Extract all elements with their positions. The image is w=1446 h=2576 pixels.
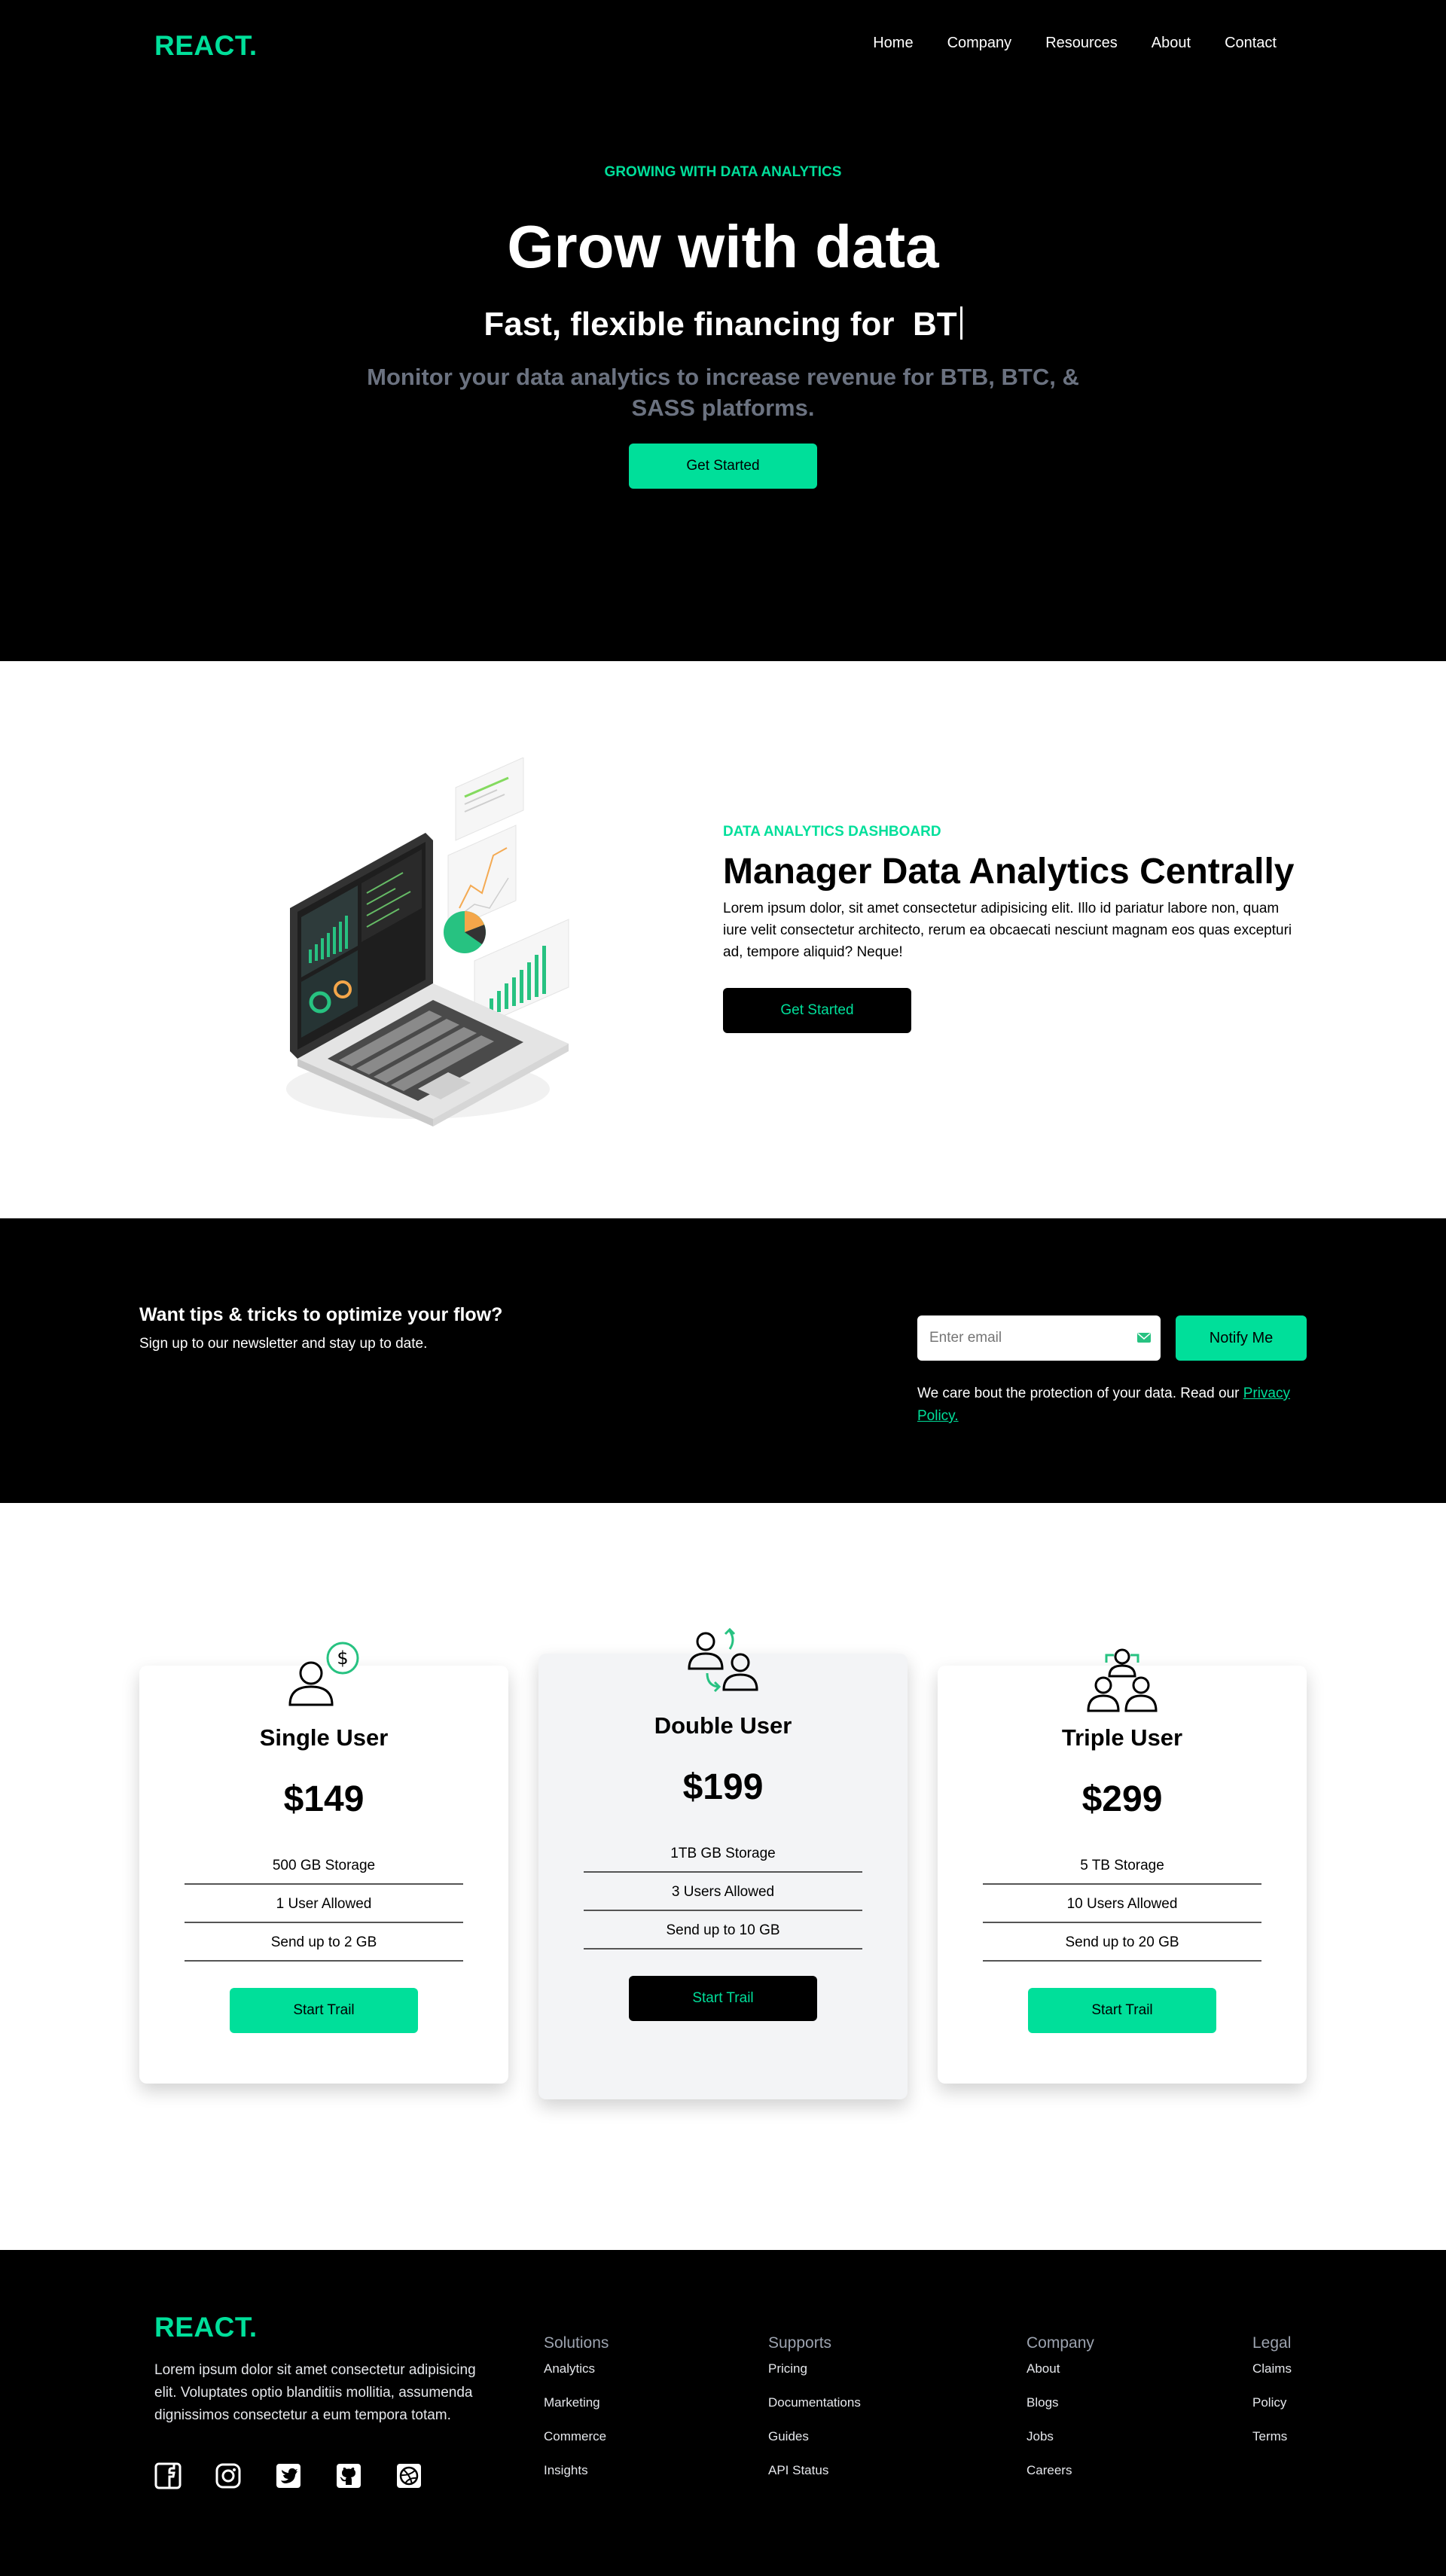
plan-feature: Send up to 10 GB bbox=[584, 1911, 862, 1950]
start-trial-button[interactable]: Start Trail bbox=[629, 1976, 817, 2021]
footer-link[interactable]: API Status bbox=[768, 2463, 861, 2497]
notify-me-button[interactable]: Notify Me bbox=[1176, 1315, 1307, 1361]
hero-typed-line: Fast, flexible financing for BT bbox=[0, 306, 1446, 343]
dribbble-icon[interactable] bbox=[395, 2462, 423, 2489]
footer-link[interactable]: Analytics bbox=[544, 2361, 609, 2395]
plan-name: Triple User bbox=[1061, 1724, 1183, 1751]
newsletter-subtitle: Sign up to our newsletter and stay up to… bbox=[139, 1336, 428, 1352]
privacy-note: We care bout the protection of your data… bbox=[917, 1383, 1309, 1428]
hero-eyebrow: GROWING WITH DATA ANALYTICS bbox=[604, 164, 842, 180]
footer-link[interactable]: Jobs bbox=[1027, 2429, 1094, 2463]
analytics-title: Manager Data Analytics Centrally bbox=[723, 852, 1295, 892]
nav-item-about[interactable]: About bbox=[1152, 35, 1191, 52]
footer-link[interactable]: Commerce bbox=[544, 2429, 609, 2463]
footer-link[interactable]: Pricing bbox=[768, 2361, 861, 2395]
pricing-card-triple-user: Triple User $299 5 TB Storage 10 Users A… bbox=[938, 1648, 1307, 2084]
hero-typed-prefix: Fast, flexible financing for bbox=[484, 306, 895, 343]
analytics-eyebrow: DATA ANALYTICS DASHBOARD bbox=[723, 824, 941, 840]
users-exchange-icon bbox=[688, 1627, 758, 1693]
logo[interactable]: REACT. bbox=[154, 30, 258, 62]
pricing-card-double-user: Double User $199 1TB GB Storage 3 Users … bbox=[538, 1627, 908, 2099]
footer-link[interactable]: Policy bbox=[1252, 2395, 1292, 2429]
analytics-section: DATA ANALYTICS DASHBOARD Manager Data An… bbox=[0, 661, 1446, 1218]
newsletter-section: Want tips & tricks to optimize your flow… bbox=[0, 1218, 1446, 1503]
footer-link[interactable]: Documentations bbox=[768, 2395, 861, 2429]
laptop-analytics-illustration bbox=[286, 758, 569, 1126]
footer: REACT. Lorem ipsum dolor sit amet consec… bbox=[0, 2250, 1446, 2576]
footer-link[interactable]: About bbox=[1027, 2361, 1094, 2395]
users-group-icon bbox=[1087, 1648, 1158, 1712]
plan-feature: 3 Users Allowed bbox=[584, 1873, 862, 1911]
nav-item-contact[interactable]: Contact bbox=[1225, 35, 1277, 52]
start-trial-button[interactable]: Start Trail bbox=[1028, 1988, 1216, 2033]
footer-column-title: Solutions bbox=[544, 2334, 609, 2352]
plan-name: Double User bbox=[654, 1712, 792, 1739]
footer-about-text: Lorem ipsum dolor sit amet consectetur a… bbox=[154, 2362, 476, 2423]
svg-text:$: $ bbox=[337, 1648, 348, 1669]
plan-price: $149 bbox=[283, 1779, 365, 1819]
footer-link[interactable]: Terms bbox=[1252, 2429, 1292, 2463]
footer-column-legal: Legal Claims Policy Terms bbox=[1252, 2334, 1292, 2463]
facebook-icon[interactable] bbox=[154, 2462, 182, 2489]
plan-feature: Send up to 2 GB bbox=[185, 1923, 463, 1962]
plan-name: Single User bbox=[259, 1724, 389, 1751]
hero-title: Grow with data bbox=[507, 213, 939, 280]
footer-column-title: Company bbox=[1027, 2334, 1094, 2352]
footer-column-supports: Supports Pricing Documentations Guides A… bbox=[768, 2334, 861, 2497]
hero-get-started-button[interactable]: Get Started bbox=[629, 444, 817, 489]
twitter-icon[interactable] bbox=[275, 2462, 302, 2489]
email-input[interactable] bbox=[917, 1315, 1121, 1361]
nav-item-resources[interactable]: Resources bbox=[1045, 35, 1118, 52]
instagram-icon[interactable] bbox=[215, 2462, 242, 2489]
email-field-wrapper bbox=[917, 1315, 1161, 1361]
plan-price: $199 bbox=[682, 1767, 764, 1807]
typing-cursor bbox=[959, 306, 962, 340]
footer-column-title: Supports bbox=[768, 2334, 832, 2352]
plan-feature: 10 Users Allowed bbox=[983, 1885, 1261, 1923]
analytics-get-started-button[interactable]: Get Started bbox=[723, 988, 911, 1033]
nav-item-home[interactable]: Home bbox=[873, 35, 913, 52]
start-trial-button[interactable]: Start Trail bbox=[230, 1988, 418, 2033]
footer-column-solutions: Solutions Analytics Marketing Commerce I… bbox=[544, 2334, 609, 2497]
pricing-card-single-user: $ Single User $149 500 GB Storage 1 User… bbox=[139, 1642, 508, 2084]
footer-link[interactable]: Blogs bbox=[1027, 2395, 1094, 2429]
hero-subtitle: Monitor your data analytics to increase … bbox=[367, 364, 1079, 421]
footer-link[interactable]: Insights bbox=[544, 2463, 609, 2497]
plan-feature: 1 User Allowed bbox=[185, 1885, 463, 1923]
footer-column-title: Legal bbox=[1252, 2334, 1292, 2352]
top-navbar: REACT. Home Company Resources About Cont… bbox=[0, 0, 1446, 93]
footer-link[interactable]: Marketing bbox=[544, 2395, 609, 2429]
footer-column-company: Company About Blogs Jobs Careers bbox=[1027, 2334, 1094, 2497]
newsletter-title: Want tips & tricks to optimize your flow… bbox=[139, 1304, 503, 1325]
footer-logo[interactable]: REACT. bbox=[154, 2312, 258, 2343]
plan-price: $299 bbox=[1081, 1779, 1163, 1819]
mail-icon bbox=[1137, 1333, 1151, 1343]
github-icon[interactable] bbox=[335, 2462, 362, 2489]
hero-section: GROWING WITH DATA ANALYTICS Grow with da… bbox=[0, 93, 1446, 661]
plan-feature: 5 TB Storage bbox=[983, 1846, 1261, 1885]
nav-item-company[interactable]: Company bbox=[947, 35, 1012, 52]
nav-menu: Home Company Resources About Contact bbox=[873, 35, 1277, 52]
hero-typed-word: BT bbox=[912, 306, 957, 343]
pricing-section: $ Single User $149 500 GB Storage 1 User… bbox=[0, 1503, 1446, 2250]
footer-link[interactable]: Guides bbox=[768, 2429, 861, 2463]
user-dollar-icon: $ bbox=[288, 1642, 359, 1706]
footer-link[interactable]: Claims bbox=[1252, 2361, 1292, 2395]
plan-feature: Send up to 20 GB bbox=[983, 1923, 1261, 1962]
analytics-body: Lorem ipsum dolor, sit amet consectetur … bbox=[723, 901, 1292, 960]
footer-link[interactable]: Careers bbox=[1027, 2463, 1094, 2497]
plan-feature: 500 GB Storage bbox=[185, 1846, 463, 1885]
plan-feature: 1TB GB Storage bbox=[584, 1834, 862, 1873]
privacy-text: We care bout the protection of your data… bbox=[917, 1386, 1240, 1401]
